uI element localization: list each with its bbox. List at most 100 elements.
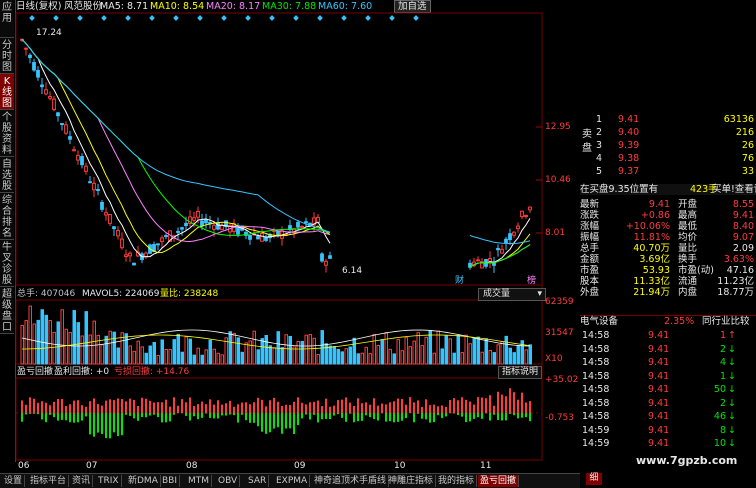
quote-label: 涨跌 (580, 210, 600, 221)
date-label-2: 08 (186, 461, 198, 471)
chart-area[interactable] (0, 0, 580, 473)
bottom-tab-0[interactable]: 设置 (2, 475, 26, 487)
bottom-tab-8[interactable]: SAR (246, 475, 270, 487)
date-label-4: 10 (394, 461, 406, 471)
bottom-tab-3[interactable]: TRIX (96, 475, 122, 487)
volume-bar (268, 345, 272, 365)
volume-bar (188, 338, 192, 365)
quote-label: 最高 (678, 210, 698, 221)
volume-bar (492, 352, 496, 365)
signal-diamond (221, 15, 227, 21)
quote-value: 9.41 (648, 199, 670, 210)
ask-row: 5 9.37 33 (580, 166, 756, 177)
ask-volume: 33 (741, 166, 754, 177)
volume-bar (92, 320, 96, 365)
quote-label: 振幅 (580, 232, 600, 243)
industry-compare-link[interactable]: 同行业比较 (702, 316, 750, 327)
signal-diamond (101, 15, 107, 21)
bottom-tab-10[interactable]: 神奇追顶术手盾线 (312, 475, 390, 487)
volume-bar (496, 344, 500, 365)
detail-tab[interactable]: 细 (586, 473, 602, 485)
quote-label: 股本 (580, 276, 600, 287)
signal-diamond (413, 15, 419, 21)
volume-bar (184, 336, 188, 365)
volume-bar (528, 344, 532, 365)
bottom-tab-12[interactable]: 我的指标 (436, 475, 478, 487)
bid-notice-text: 在买盘9.35位置有 (580, 184, 659, 195)
bottom-tab-7[interactable]: OBV (216, 475, 241, 487)
bottom-tab-4[interactable]: 新DMA (126, 475, 161, 487)
bottom-tab-5[interactable]: BBI (160, 475, 181, 487)
tick-price: 9.41 (648, 343, 670, 355)
quote-row: 股本 11.33亿 流通 11.23亿 (580, 276, 756, 287)
volume-bar (504, 335, 508, 365)
tick-price: 9.41 (648, 438, 670, 449)
date-label-5: 11 (480, 461, 492, 471)
quote-value: 8.55 (732, 199, 754, 210)
volume-bar (136, 340, 140, 365)
bottom-tab-9[interactable]: EXPMA (274, 475, 311, 487)
quote-value: 8.40 (732, 221, 754, 232)
candle-body (324, 260, 328, 266)
arrow-down-icon: ↓ (728, 370, 736, 382)
volume-bar (156, 355, 160, 365)
quote-value: 11.33亿 (633, 276, 670, 287)
arrow-down-icon: ↓ (728, 438, 736, 449)
volume-bar (296, 341, 300, 365)
volume-bar (288, 335, 292, 365)
tick-volume: 2 (719, 343, 726, 355)
volume-bar (432, 352, 436, 365)
signal-diamond (197, 15, 203, 21)
bottom-tab-6[interactable]: MTM (186, 475, 213, 487)
bid-detail-link[interactable]: 买单!查看详细 (712, 184, 756, 195)
bottom-tab-2[interactable]: 资讯 (70, 475, 94, 487)
price-axis-label-1: 12.95 (545, 122, 571, 132)
price-axis-label-2: 10.46 (545, 175, 571, 185)
volume-bar (300, 340, 304, 365)
candle-body (72, 149, 76, 152)
ask-price: 9.40 (618, 127, 640, 138)
tick-volume: 8 (719, 424, 726, 436)
volume-bar (408, 346, 412, 365)
volume-bar (256, 349, 260, 365)
candle-body (104, 212, 108, 216)
bottom-tab-1[interactable]: 指标平台 (28, 475, 70, 487)
volume-bar (152, 342, 156, 365)
volume-bar (456, 334, 460, 365)
candle-body (124, 254, 128, 258)
candle-body (100, 201, 104, 210)
volume-bar (108, 330, 112, 365)
volume-bar (68, 332, 72, 365)
price-panel-frame (15, 12, 543, 286)
volume-bar (404, 337, 408, 365)
candle-body (328, 255, 332, 259)
candle-body (476, 259, 480, 262)
ask-level: 5 (596, 166, 603, 177)
indicator-dropdown[interactable]: 成交量 ▾ (478, 288, 546, 301)
volume-bar (304, 334, 308, 365)
volume-bar (468, 343, 472, 365)
industry-change: 2.35% (664, 316, 695, 327)
volume-bar (460, 352, 464, 365)
ask-level: 2 (596, 127, 603, 138)
tick-row: 14:58 9.41 2 ↓ (580, 344, 756, 355)
bottom-tab-11[interactable]: 神雕庄指标 (386, 475, 437, 487)
candle-body (520, 210, 524, 218)
candle-body (164, 235, 168, 238)
ma60-line (21, 38, 531, 244)
candle-body (52, 98, 56, 111)
low-price-mark: 6.14 (342, 266, 363, 276)
quote-row: 金额 3.69亿 换手 3.63% (580, 254, 756, 265)
bottom-tab-13[interactable]: 盈亏回撤 (478, 475, 520, 487)
volume-bar (292, 346, 296, 365)
tick-price: 9.41 (648, 357, 670, 368)
quote-row: 涨跌 +0.86 最高 9.41 (580, 210, 756, 221)
volume-bar (348, 346, 352, 365)
ranking-marker[interactable]: 榜 (527, 276, 536, 287)
ask-row: 4 9.38 76 (580, 153, 756, 164)
signal-diamond (173, 15, 179, 21)
candle-body (84, 165, 88, 172)
finance-marker[interactable]: 财 (455, 276, 464, 287)
indicator-help-button[interactable]: 指标说明 (498, 366, 543, 379)
ask-volume: 76 (741, 153, 754, 164)
